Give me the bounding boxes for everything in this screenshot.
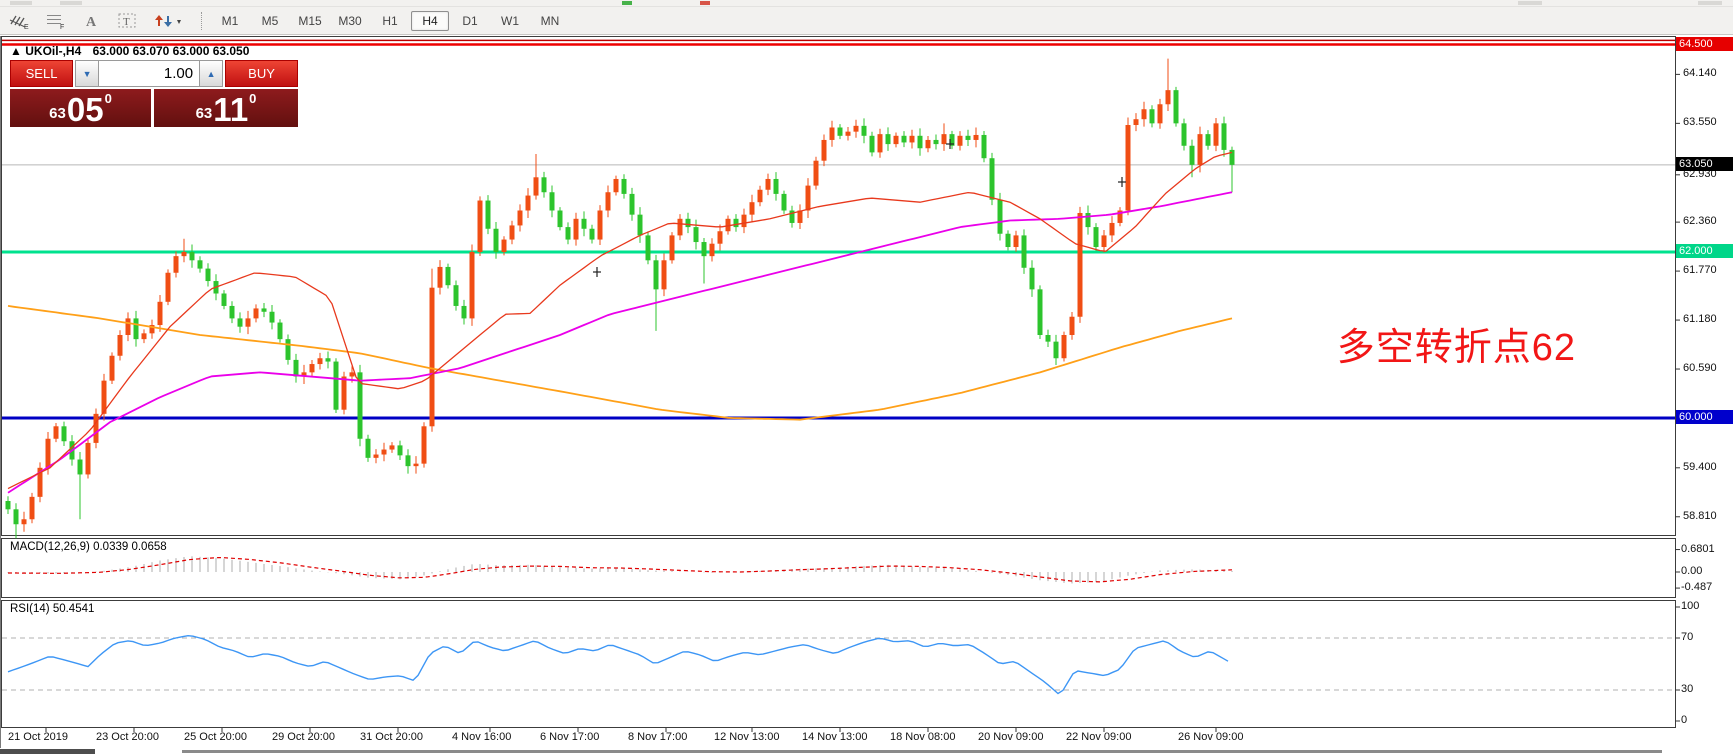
date-label: 26 Nov 09:00 [1178,731,1244,743]
bid-prefix: 63 [49,105,66,122]
price-tick-58.810: 58.810 [1683,509,1717,522]
volume-input[interactable] [99,60,200,87]
date-label: 23 Oct 20:00 [96,731,159,743]
price-tick-60.590: 60.590 [1683,362,1717,375]
scrollbar-track [182,750,1662,753]
date-label: 8 Nov 17:00 [628,731,688,743]
ask-price-tile[interactable]: 63 11 0 [154,89,298,127]
collapse-arrow-icon[interactable]: ▲ [10,44,22,58]
price-tick-61.770: 61.770 [1683,264,1717,277]
date-label: 18 Nov 08:00 [890,731,956,743]
bid-sup-digit: 0 [104,91,112,106]
sell-button[interactable]: SELL [10,60,74,87]
buy-button[interactable]: BUY [225,60,298,87]
volume-increase-button[interactable]: ▲ [199,60,224,87]
date-label: 29 Oct 20:00 [272,731,335,743]
date-label: 14 Nov 13:00 [802,731,868,743]
price-tick-61.180: 61.180 [1683,313,1717,326]
price-badge-62.000: 62.000 [1676,244,1733,258]
ask-sup-digit: 0 [249,91,257,106]
price-tick-59.400: 59.400 [1683,460,1717,473]
price-tick-62.360: 62.360 [1683,215,1717,228]
chart-symbol-title: ▲ UKOil-,H4 63.000 63.070 63.000 63.050 [10,44,249,58]
ask-prefix: 63 [195,105,213,122]
date-label: 12 Nov 13:00 [714,731,780,743]
ask-big-digits: 11 [213,91,249,128]
price-badge-63.050: 63.050 [1676,156,1733,171]
date-label: 21 Oct 2019 [8,731,68,743]
macd-axis-label: -0.487 [1681,581,1713,594]
bid-price-tile[interactable]: 63 05 0 [10,89,151,127]
ohlc-values: 63.000 63.070 63.000 63.050 [92,44,250,58]
volume-decrease-button[interactable]: ▼ [75,60,100,87]
bid-big-digits: 05 [66,91,104,128]
price-tick-64.140: 64.140 [1683,67,1717,80]
date-label: 4 Nov 16:00 [452,731,512,743]
trading-platform-window: E F A T M1 M5 M15 M30 H1 H4 D1 W1 MN ▲ UKOil-,H4… [0,0,1733,755]
pane-border [1,600,1676,728]
date-label: 25 Oct 20:00 [184,731,247,743]
date-label: 22 Nov 09:00 [1066,731,1132,743]
one-click-trade-panel: SELL ▼ ▲ BUY 63 05 0 63 11 0 [10,60,298,127]
date-label: 31 Oct 20:00 [360,731,423,743]
macd-axis-label: 0.6801 [1681,542,1715,555]
rsi-axis-label: 100 [1681,600,1700,612]
price-tick-63.550: 63.550 [1683,116,1717,129]
horizontal-scrollbar[interactable] [0,748,1733,755]
price-badge-60.000: 60.000 [1676,410,1733,424]
chinese-annotation-text: 多空转折点62 [1336,327,1576,369]
macd-axis-label: 0.00 [1681,565,1703,577]
rsi-indicator-label: RSI(14) 50.4541 [10,603,95,615]
symbol-label: UKOil-,H4 [25,44,82,58]
date-label: 20 Nov 09:00 [978,731,1044,743]
macd-indicator-label: MACD(12,26,9) 0.0339 0.0658 [10,541,167,553]
rsi-axis-label: 0 [1681,714,1688,726]
rsi-axis-label: 70 [1681,631,1694,643]
scrollbar-thumb[interactable] [0,749,95,754]
date-label: 6 Nov 17:00 [540,731,600,743]
price-badge-64.500: 64.500 [1676,36,1733,51]
rsi-axis-label: 30 [1681,683,1694,695]
